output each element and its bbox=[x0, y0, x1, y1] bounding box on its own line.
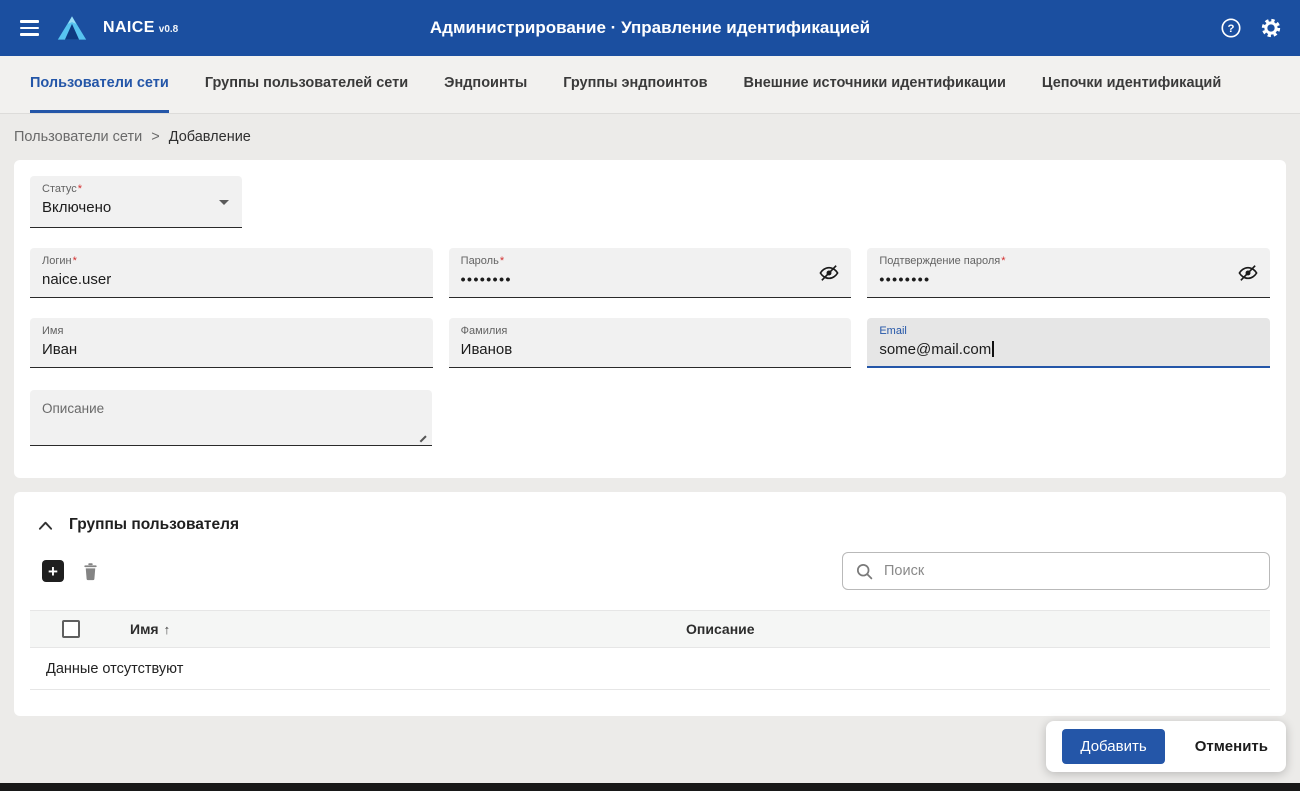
resize-handle[interactable] bbox=[420, 436, 427, 443]
required-asterisk: * bbox=[73, 255, 77, 267]
chevron-down-icon bbox=[219, 200, 229, 205]
status-label: Статус bbox=[42, 183, 77, 195]
tab-network-user-groups[interactable]: Группы пользователей сети bbox=[205, 56, 408, 113]
password-field[interactable]: Пароль* •••••••• bbox=[449, 248, 852, 298]
breadcrumb-current: Добавление bbox=[169, 129, 251, 145]
search-box bbox=[842, 552, 1270, 590]
required-asterisk: * bbox=[1001, 255, 1005, 267]
user-groups-card: Группы пользователя + bbox=[14, 492, 1286, 716]
breadcrumb-separator: > bbox=[151, 129, 159, 145]
groups-table: Имя ↑ Описание Данные отсутствуют bbox=[30, 610, 1270, 690]
login-label: Логин bbox=[42, 255, 72, 267]
tab-external-identity-sources[interactable]: Внешние источники идентификации bbox=[743, 56, 1005, 113]
last-name-value: Иванов bbox=[461, 341, 840, 358]
password-confirm-field[interactable]: Подтверждение пароля* •••••••• bbox=[867, 248, 1270, 298]
column-header-description[interactable]: Описание bbox=[686, 621, 755, 637]
password-label: Пароль bbox=[461, 255, 499, 267]
last-name-label: Фамилия bbox=[461, 325, 508, 337]
login-value: naice.user bbox=[42, 271, 421, 288]
sort-ascending-icon[interactable]: ↑ bbox=[164, 622, 171, 637]
search-icon bbox=[855, 562, 874, 581]
svg-text:?: ? bbox=[1228, 23, 1235, 35]
help-icon[interactable]: ? bbox=[1220, 17, 1242, 39]
password-value: •••••••• bbox=[461, 271, 840, 287]
add-group-button[interactable]: + bbox=[42, 560, 64, 582]
tab-endpoint-groups[interactable]: Группы эндпоинтов bbox=[563, 56, 707, 113]
last-name-field[interactable]: Фамилия Иванов bbox=[449, 318, 852, 368]
bottom-edge-strip bbox=[0, 783, 1300, 791]
action-bar: Добавить Отменить bbox=[1046, 721, 1286, 772]
top-bar: NAICE v0.8 Администрирование · Управлени… bbox=[0, 0, 1300, 56]
gear-icon[interactable] bbox=[1260, 17, 1282, 39]
brand-name: NAICE bbox=[103, 19, 155, 37]
cancel-button[interactable]: Отменить bbox=[1195, 738, 1268, 755]
required-asterisk: * bbox=[78, 183, 82, 195]
email-value: some@mail.com bbox=[879, 341, 1258, 358]
topbar-right: ? bbox=[1220, 17, 1282, 39]
first-name-value: Иван bbox=[42, 341, 421, 358]
empty-table-row: Данные отсутствуют bbox=[30, 648, 1270, 690]
breadcrumb-root[interactable]: Пользователи сети bbox=[14, 129, 142, 145]
login-field[interactable]: Логин* naice.user bbox=[30, 248, 433, 298]
hamburger-menu-icon[interactable] bbox=[18, 16, 41, 39]
app-logo bbox=[57, 15, 87, 41]
groups-toolbar: + bbox=[30, 552, 1270, 590]
status-value: Включено bbox=[42, 199, 230, 216]
search-input[interactable] bbox=[884, 563, 1257, 579]
delete-icon[interactable] bbox=[81, 561, 100, 582]
description-field[interactable]: Описание bbox=[30, 390, 432, 446]
status-select[interactable]: Статус* Включено bbox=[30, 176, 242, 228]
app-window: NAICE v0.8 Администрирование · Управлени… bbox=[0, 0, 1300, 791]
groups-section-header: Группы пользователя bbox=[30, 506, 1270, 538]
first-name-label: Имя bbox=[42, 325, 63, 337]
groups-table-header: Имя ↑ Описание bbox=[30, 610, 1270, 648]
email-field[interactable]: Email some@mail.com bbox=[867, 318, 1270, 368]
first-name-field[interactable]: Имя Иван bbox=[30, 318, 433, 368]
user-form-card: Статус* Включено Логин* naice.user Парол… bbox=[14, 160, 1286, 478]
text-caret bbox=[992, 341, 994, 357]
page-title: Администрирование · Управление идентифик… bbox=[430, 18, 870, 38]
column-header-name[interactable]: Имя bbox=[130, 621, 159, 637]
empty-state-text: Данные отсутствуют bbox=[46, 661, 183, 677]
tab-bar: Пользователи сети Группы пользователей с… bbox=[0, 56, 1300, 114]
eye-off-icon[interactable] bbox=[1237, 262, 1259, 289]
brand: NAICE v0.8 bbox=[103, 19, 178, 37]
tab-endpoints[interactable]: Эндпоинты bbox=[444, 56, 527, 113]
brand-version: v0.8 bbox=[159, 24, 178, 35]
tab-network-users[interactable]: Пользователи сети bbox=[30, 56, 169, 113]
collapse-chevron-icon[interactable] bbox=[38, 520, 53, 531]
password-confirm-value: •••••••• bbox=[879, 271, 1258, 287]
select-all-checkbox[interactable] bbox=[62, 620, 80, 638]
topbar-left: NAICE v0.8 bbox=[18, 15, 178, 41]
required-asterisk: * bbox=[500, 255, 504, 267]
breadcrumb: Пользователи сети > Добавление bbox=[0, 114, 1300, 160]
form-row-personal: Имя Иван Фамилия Иванов Email some@mail.… bbox=[30, 318, 1270, 368]
tab-identity-chains[interactable]: Цепочки идентификаций bbox=[1042, 56, 1221, 113]
submit-button[interactable]: Добавить bbox=[1062, 729, 1164, 764]
groups-section-title: Группы пользователя bbox=[69, 516, 239, 534]
password-confirm-label: Подтверждение пароля bbox=[879, 255, 1000, 267]
eye-off-icon[interactable] bbox=[818, 262, 840, 289]
description-label: Описание bbox=[42, 402, 420, 415]
email-label: Email bbox=[879, 325, 907, 337]
form-row-credentials: Логин* naice.user Пароль* •••••••• bbox=[30, 248, 1270, 298]
